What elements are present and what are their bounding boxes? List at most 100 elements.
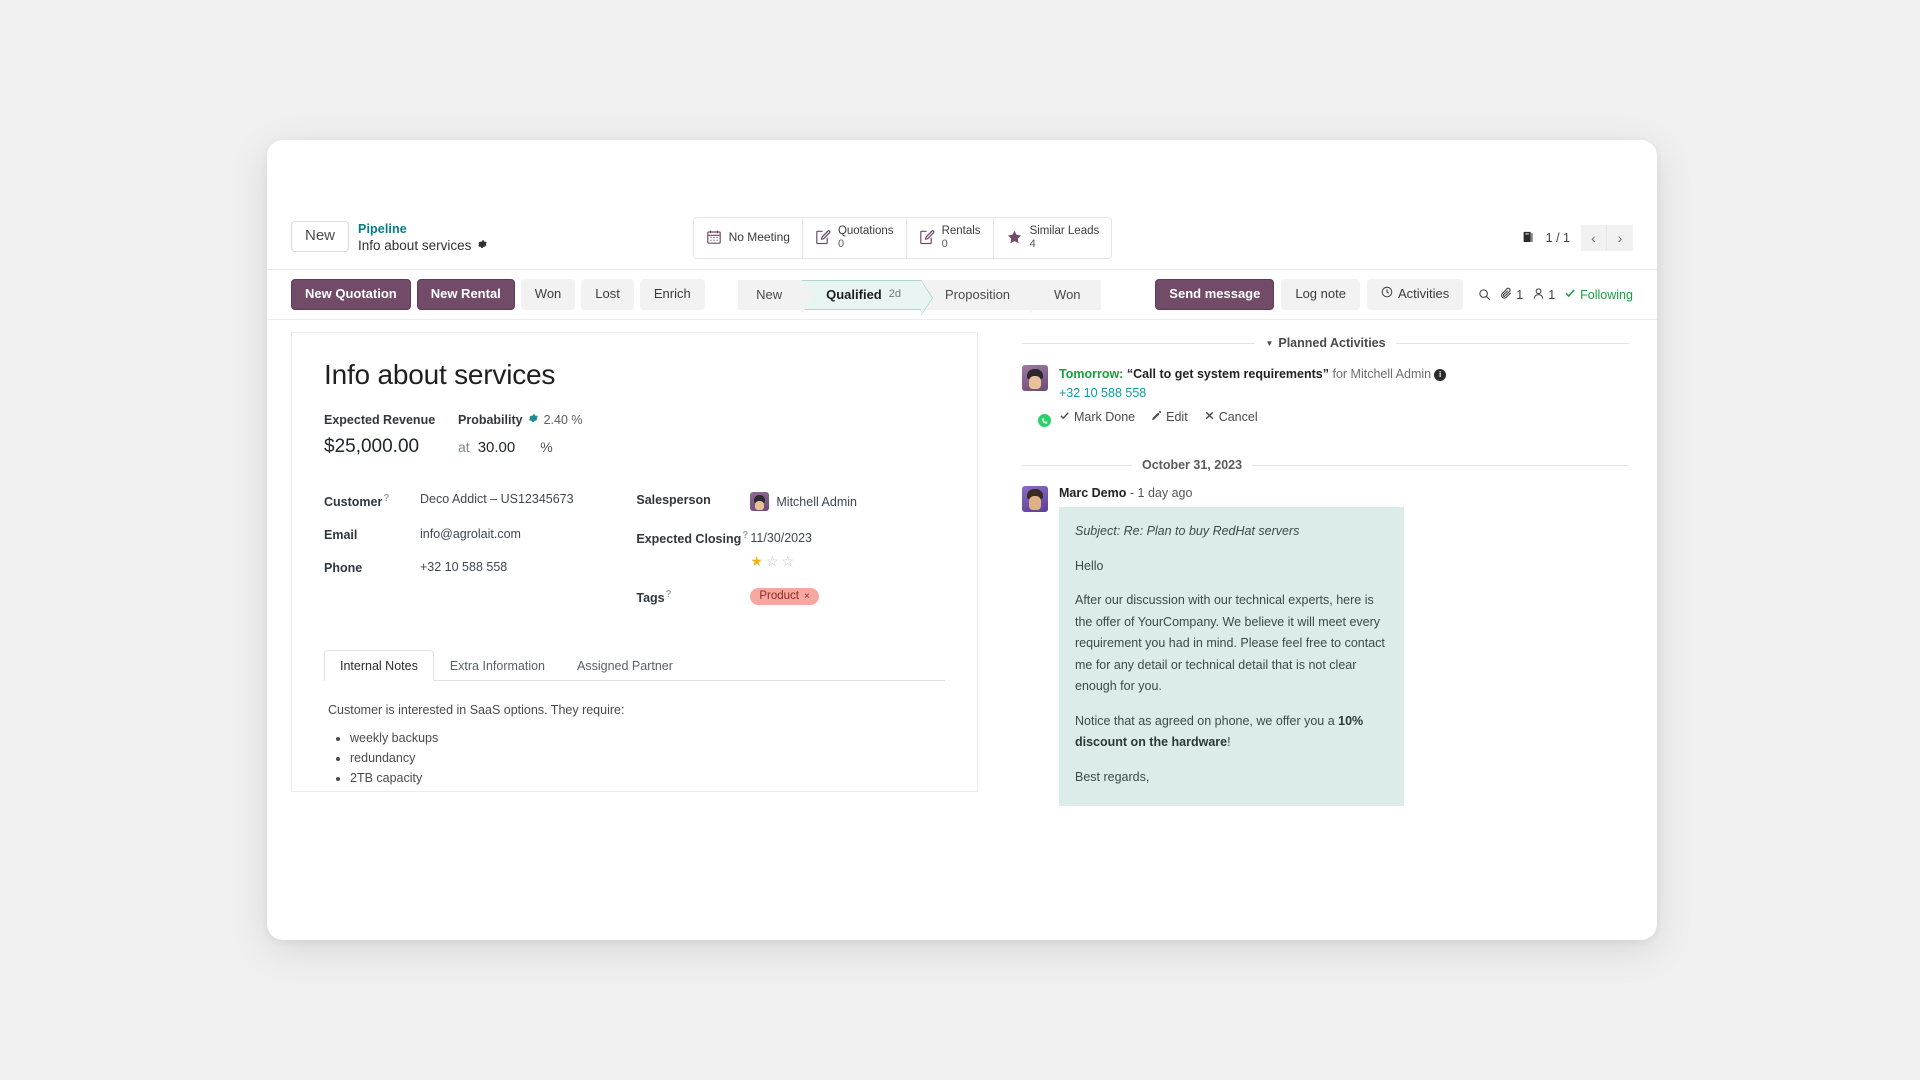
stage-proposition[interactable]: Proposition (921, 279, 1042, 314)
enrich-button[interactable]: Enrich (639, 279, 705, 311)
control-panel: New Pipeline Info about services No Meet… (267, 140, 1657, 270)
help-marker: ? (742, 530, 749, 542)
stage-new[interactable]: New (738, 279, 814, 314)
star-icon-empty-3[interactable]: ☆ (782, 553, 795, 570)
app-window: New Pipeline Info about services No Meet… (267, 140, 1657, 940)
planned-activities-label: Planned Activities (1278, 336, 1386, 351)
mark-won-button[interactable]: Won (520, 279, 576, 311)
archive-box-icon[interactable] (1521, 230, 1535, 245)
pencil-icon (1151, 410, 1162, 424)
message-paragraph-1: After our discussion with our technical … (1075, 593, 1385, 694)
message-separator: - (1129, 486, 1135, 501)
probability-label-col: Probability 2.40 % (458, 411, 583, 429)
message-greeting: Hello (1075, 558, 1104, 573)
cancel-activity-label: Cancel (1218, 410, 1258, 425)
date-separator-label: October 31, 2023 (1142, 458, 1243, 473)
list-item: 2TB capacity (350, 771, 941, 785)
attachment-count[interactable]: 1 (1500, 287, 1523, 303)
gear-icon[interactable] (528, 413, 539, 427)
edit-activity-button[interactable]: Edit (1151, 410, 1188, 424)
mark-done-button[interactable]: Mark Done (1059, 410, 1135, 424)
check-icon (1059, 410, 1070, 424)
cancel-activity-button[interactable]: Cancel (1204, 410, 1258, 424)
form-sheet: Info about services Expected Revenue Pro… (291, 332, 978, 793)
message-author[interactable]: Marc Demo (1059, 486, 1126, 500)
activities-button[interactable]: Activities (1366, 279, 1464, 311)
phone-label: Phone (324, 561, 363, 576)
tags-label: Tags? (636, 588, 750, 605)
email-value[interactable]: info@agrolait.com (420, 527, 521, 541)
stat-button-quotations[interactable]: Quotations 0 (803, 217, 907, 258)
stage-label-new: New (756, 286, 783, 302)
expected-closing-label: Expected Closing? (636, 529, 750, 546)
stat-button-similar-leads[interactable]: Similar Leads 4 (994, 218, 1112, 258)
log-note-button[interactable]: Log note (1281, 279, 1360, 311)
probability-value[interactable]: 30.00 (478, 439, 516, 456)
message-paragraph-2-post: ! (1227, 735, 1231, 750)
customer-value[interactable]: Deco Addict – US12345673 (420, 492, 574, 506)
at-label: at (458, 439, 470, 456)
revenue-probability-labels: Expected Revenue Probability 2.40 % (324, 411, 945, 429)
internal-notes-list: weekly backups redundancy 2TB capacity (350, 731, 941, 785)
stat-buttons: No Meeting Quotations 0 Rentals 0 Simila… (692, 216, 1113, 259)
stat-button-rentals[interactable]: Rentals 0 (907, 217, 994, 258)
stat-text-quotations: Quotations 0 (838, 225, 894, 250)
breadcrumb-parent-link[interactable]: Pipeline (358, 222, 488, 238)
star-icon-empty-2[interactable]: ☆ (766, 553, 779, 570)
tab-assigned-partner[interactable]: Assigned Partner (561, 650, 689, 681)
expected-closing-value[interactable]: 11/30/2023 (750, 531, 812, 545)
activity-actions: Mark Done Edit Cancel (1059, 410, 1629, 424)
divider (1022, 342, 1256, 344)
salesperson-label: Salesperson (636, 493, 711, 508)
tab-extra-information[interactable]: Extra Information (434, 650, 561, 681)
pager-count: 1 / 1 (1545, 230, 1570, 245)
mark-lost-button[interactable]: Lost (581, 279, 634, 311)
new-record-button[interactable]: New (291, 220, 350, 253)
info-icon[interactable]: i (1434, 368, 1447, 381)
internal-notes-intro: Customer is interested in SaaS options. … (328, 703, 625, 718)
pager-next-button[interactable]: › (1607, 224, 1633, 251)
phone-icon (1037, 413, 1052, 429)
expected-revenue-label-col: Expected Revenue (324, 411, 458, 429)
salesperson-value[interactable]: Mitchell Admin (750, 492, 857, 512)
stage-label-won: Won (1054, 286, 1081, 302)
follower-count-value: 1 (1548, 287, 1556, 302)
chatter-panel: ▼ Planned Activities Tomorrow: “Call to … (1002, 320, 1657, 920)
list-item: redundancy (350, 751, 941, 765)
send-message-button[interactable]: Send message (1155, 279, 1275, 311)
tag-product[interactable]: Product × (750, 588, 819, 606)
stat-value-rentals: 0 (941, 237, 948, 250)
message-header: Marc Demo - 1 day ago (1059, 486, 1404, 500)
expected-revenue-value[interactable]: $25,000.00 (324, 436, 458, 458)
close-icon[interactable]: × (804, 591, 810, 602)
activity-headline: Tomorrow: “Call to get system requiremen… (1059, 365, 1629, 383)
phone-value[interactable]: +32 10 588 558 (420, 560, 507, 574)
notebook-panel-internal-notes[interactable]: Customer is interested in SaaS options. … (324, 681, 945, 813)
new-quotation-button[interactable]: New Quotation (291, 279, 411, 311)
stat-button-meeting[interactable]: No Meeting (694, 217, 803, 258)
notebook: Internal Notes Extra Information Assigne… (324, 649, 945, 813)
activity-phone[interactable]: +32 10 588 558 (1059, 386, 1629, 400)
new-rental-button[interactable]: New Rental (416, 279, 515, 311)
planned-activities-toggle[interactable]: ▼ Planned Activities (1265, 336, 1385, 350)
chatter-icon-group: 1 1 Following (1478, 287, 1633, 303)
search-icon[interactable] (1478, 288, 1491, 301)
list-item: weekly backups (350, 731, 941, 745)
stage-qualified[interactable]: Qualified 2d (802, 279, 933, 316)
activity-assignee: for Mitchell Admin (1332, 367, 1432, 382)
tab-internal-notes[interactable]: Internal Notes (324, 650, 434, 682)
pager-previous-button[interactable]: ‹ (1581, 224, 1607, 251)
attachment-count-value: 1 (1516, 287, 1524, 302)
priority-stars[interactable]: ★ ☆ ☆ (750, 553, 812, 570)
message-body: Subject: Re: Plan to buy RedHat servers … (1059, 507, 1404, 807)
gear-icon[interactable] (477, 239, 488, 253)
follower-count[interactable]: 1 (1532, 287, 1555, 303)
field-tags: Tags? Product × (636, 588, 945, 605)
activity-item: Tomorrow: “Call to get system requiremen… (1022, 365, 1629, 429)
user-icon (1532, 287, 1545, 303)
stat-label-similar-leads: Similar Leads (1029, 224, 1100, 237)
star-icon-filled-1[interactable]: ★ (750, 553, 763, 570)
following-toggle[interactable]: Following (1564, 287, 1633, 302)
form-area: Info about services Expected Revenue Pro… (267, 320, 1002, 920)
revenue-probability-values: $25,000.00 at 30.00 % (324, 436, 945, 458)
